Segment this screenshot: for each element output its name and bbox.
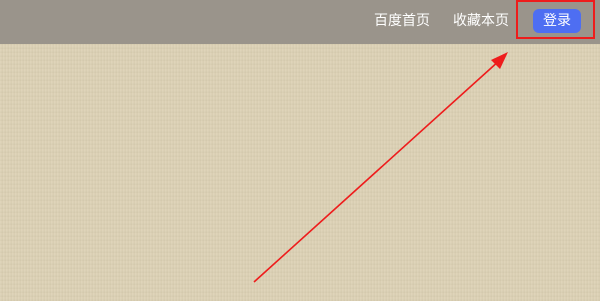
annotation-arrowhead [491, 52, 508, 69]
annotation-arrow [253, 52, 508, 283]
annotation-arrow-line [253, 59, 501, 283]
top-navigation-bar: 百度首页 收藏本页 登录 [0, 0, 600, 44]
login-button[interactable]: 登录 [533, 9, 581, 33]
baidu-home-link[interactable]: 百度首页 [374, 11, 430, 31]
bookmark-page-link[interactable]: 收藏本页 [453, 11, 509, 31]
